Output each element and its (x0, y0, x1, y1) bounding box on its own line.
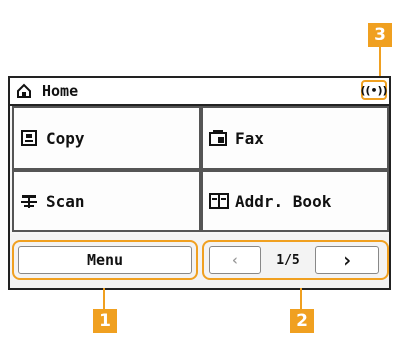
fax-icon (209, 128, 229, 148)
copy-icon (20, 128, 40, 148)
scan-icon (20, 191, 40, 211)
status-bar: Home ((•)) (10, 78, 389, 106)
address-book-icon (209, 191, 229, 211)
next-page-button[interactable]: › (315, 246, 379, 274)
callout-2-badge: 2 (290, 309, 314, 333)
callout-3-leader (379, 47, 381, 79)
tile-scan-label: Scan (46, 191, 85, 211)
tile-copy-label: Copy (46, 128, 85, 148)
tile-copy[interactable]: Copy (12, 106, 201, 170)
page-indicator: 1/5 (276, 252, 300, 268)
tile-address-book[interactable]: Addr. Book (201, 170, 389, 232)
menu-button[interactable]: Menu (18, 246, 192, 274)
tile-address-book-label: Addr. Book (235, 191, 332, 211)
home-icon (16, 82, 34, 100)
menu-highlight: Menu (12, 240, 198, 280)
device-screen: Home ((•)) Copy Fax Scan Addr. Book Menu… (8, 76, 391, 290)
tile-fax-label: Fax (235, 128, 264, 148)
tile-scan[interactable]: Scan (12, 170, 201, 232)
prev-page-button[interactable]: ‹ (209, 246, 261, 274)
bottom-bar: Menu ‹ 1/5 › (10, 234, 389, 288)
tile-fax[interactable]: Fax (201, 106, 389, 170)
screen-title: Home (42, 82, 79, 100)
wireless-icon: ((•)) (360, 80, 388, 100)
callout-1-leader (103, 288, 105, 310)
pager-highlight: ‹ 1/5 › (202, 240, 389, 280)
callout-2-leader (300, 288, 302, 310)
callout-3-badge: 3 (368, 23, 392, 47)
callout-1-badge: 1 (93, 309, 117, 333)
